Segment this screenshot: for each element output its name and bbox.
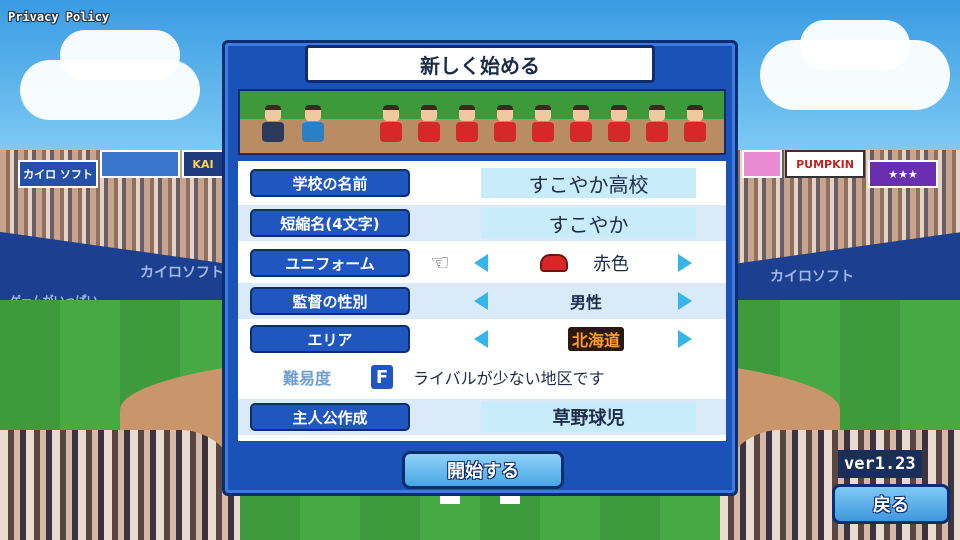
- gender-next-arrow-icon[interactable]: [678, 292, 692, 310]
- manager-gender-label[interactable]: 監督の性別: [250, 287, 410, 315]
- protagonist-label[interactable]: 主人公作成: [250, 403, 410, 431]
- privacy-policy-link[interactable]: Privacy Policy: [8, 10, 109, 24]
- stadium-banner: ★★★: [868, 160, 938, 188]
- start-button[interactable]: 開始する: [402, 451, 564, 489]
- wall-ad: カイロソフト: [770, 269, 854, 285]
- player-sprite: [606, 105, 632, 149]
- settings-form: 学校の名前 すこやか高校 短縮名(4文字) すこやか ユニフォーム ☜ 赤色 監…: [238, 161, 726, 441]
- cloud: [800, 20, 910, 70]
- player-sprite: [454, 105, 480, 149]
- area-next-arrow-icon[interactable]: [678, 330, 692, 348]
- gender-prev-arrow-icon[interactable]: [474, 292, 488, 310]
- crowd-left: [0, 430, 240, 540]
- difficulty-row: 難易度 F ライバルが少ない地区です: [238, 359, 726, 395]
- manager-gender-value: 男性: [570, 293, 603, 312]
- area-label[interactable]: エリア: [250, 325, 410, 353]
- manager-sprite: [300, 105, 326, 149]
- pointing-hand-icon: ☜: [430, 250, 450, 276]
- protagonist-field[interactable]: 草野球児: [481, 402, 696, 432]
- stadium-banner: PUMPKIN: [785, 150, 865, 178]
- school-name-label[interactable]: 学校の名前: [250, 169, 410, 197]
- protagonist-row: 主人公作成 草野球児: [238, 399, 726, 435]
- stadium-banner: [100, 150, 180, 178]
- uniform-prev-arrow-icon[interactable]: [474, 254, 488, 272]
- player-sprite: [416, 105, 442, 149]
- area-prev-arrow-icon[interactable]: [474, 330, 488, 348]
- player-sprite: [530, 105, 556, 149]
- stadium-banner: [742, 150, 782, 178]
- short-name-label[interactable]: 短縮名(4文字): [250, 209, 410, 237]
- back-button[interactable]: 戻る: [832, 484, 950, 524]
- player-sprite: [682, 105, 708, 149]
- stadium-banner: カイロ ソフト: [18, 160, 98, 188]
- school-name-field[interactable]: すこやか高校: [481, 168, 696, 198]
- uniform-value: 赤色: [593, 254, 629, 275]
- short-name-field[interactable]: すこやか: [481, 208, 696, 238]
- area-value: 北海道: [568, 327, 625, 351]
- player-sprite: [568, 105, 594, 149]
- version-label: ver1.23: [838, 450, 922, 478]
- manager-sprite: [260, 105, 286, 149]
- area-row: エリア 北海道: [238, 321, 726, 357]
- wall-ad: カイロソフト: [140, 265, 224, 281]
- stadium-banner: KAI: [182, 150, 224, 178]
- manager-gender-row: 監督の性別 男性: [238, 283, 726, 319]
- player-sprite: [492, 105, 518, 149]
- uniform-row: ユニフォーム ☜ 赤色: [238, 245, 726, 281]
- uniform-next-arrow-icon[interactable]: [678, 254, 692, 272]
- short-name-row: 短縮名(4文字) すこやか: [238, 205, 726, 241]
- panel-title: 新しく始める: [305, 45, 655, 83]
- new-game-panel: 新しく始める 学校の名前 すこやか高校 短縮名(4文字) すこやか ユニフォーム…: [222, 40, 738, 496]
- player-sprite: [644, 105, 670, 149]
- cap-icon: [540, 254, 568, 272]
- school-name-row: 学校の名前 すこやか高校: [238, 165, 726, 201]
- cloud: [60, 30, 180, 80]
- team-preview: [238, 89, 726, 155]
- player-sprite: [378, 105, 404, 149]
- difficulty-label: 難易度: [283, 369, 332, 388]
- uniform-label[interactable]: ユニフォーム: [250, 249, 410, 277]
- difficulty-grade: F: [371, 365, 393, 389]
- difficulty-description: ライバルが少ない地区です: [413, 369, 605, 388]
